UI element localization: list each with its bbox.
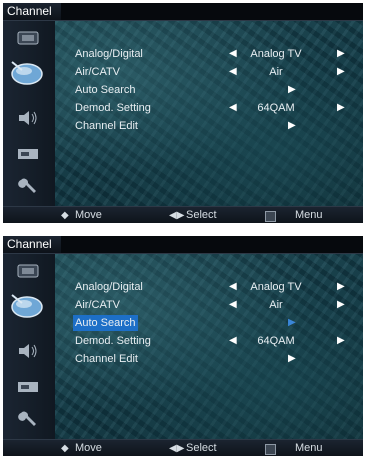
footer-bar: ◆ Move ◀▶ Select Menu: [3, 206, 363, 223]
right-arrow-icon[interactable]: ▶: [337, 64, 345, 80]
enter-arrow-icon[interactable]: ▶: [288, 118, 296, 134]
item-value: Air: [269, 66, 283, 78]
enter-arrow-icon[interactable]: ▶: [288, 315, 296, 331]
item-value: Analog TV: [250, 48, 302, 60]
menu-item-auto-search[interactable]: Auto Search ▶: [55, 82, 363, 98]
input-icon[interactable]: [15, 145, 41, 163]
menu-item-demod-setting[interactable]: Demod. Setting ◀ 64QAM ▶: [55, 100, 363, 116]
menu-item-analog-digital[interactable]: Analog/Digital ◀ Analog TV ▶: [55, 46, 363, 62]
footer-move: Move: [75, 209, 102, 221]
enter-arrow-icon[interactable]: ▶: [288, 351, 296, 367]
menu-item-channel-edit[interactable]: Channel Edit ▶: [55, 351, 363, 367]
footer-menu: Menu: [295, 442, 323, 454]
menu-title: Channel: [7, 237, 52, 251]
item-value: 64QAM: [257, 102, 295, 114]
channel-menu-screen-1: Channel Analog/Digital ◀ Analog TV ▶ Air…: [3, 3, 363, 223]
sidebar: [3, 254, 55, 439]
footer-select: Select: [186, 442, 217, 454]
channel-menu-screen-2: Channel Analog/Digital ◀ Analog TV ▶ Air…: [3, 236, 363, 456]
move-icon: ◆: [61, 443, 69, 454]
menu-button-icon: [265, 444, 276, 455]
footer-move: Move: [75, 442, 102, 454]
item-label: Analog/Digital: [75, 48, 143, 60]
item-label-highlighted: Auto Search: [73, 315, 138, 331]
item-value: Analog TV: [250, 281, 302, 293]
item-value: Air: [269, 299, 283, 311]
sidebar: [3, 21, 55, 206]
menu-item-air-catv[interactable]: Air/CATV ◀ Air ▶: [55, 297, 363, 313]
item-label: Air/CATV: [75, 66, 121, 78]
right-arrow-icon[interactable]: ▶: [337, 297, 345, 313]
footer-menu: Menu: [295, 209, 323, 221]
menu-content: Analog/Digital ◀ Analog TV ▶ Air/CATV ◀ …: [55, 21, 363, 206]
sound-icon[interactable]: [15, 342, 41, 360]
enter-arrow-icon[interactable]: ▶: [288, 82, 296, 98]
select-icon: ◀▶: [169, 443, 185, 454]
input-icon[interactable]: [15, 378, 41, 396]
channel-dish-icon[interactable]: [9, 59, 45, 87]
menu-item-analog-digital[interactable]: Analog/Digital ◀ Analog TV ▶: [55, 279, 363, 295]
item-label: Demod. Setting: [75, 102, 151, 114]
setup-wrench-icon[interactable]: [15, 177, 41, 195]
item-label: Channel Edit: [75, 120, 138, 132]
menu-title: Channel: [7, 4, 52, 18]
right-arrow-icon[interactable]: ▶: [337, 333, 345, 349]
right-arrow-icon[interactable]: ▶: [337, 46, 345, 62]
item-label: Analog/Digital: [75, 281, 143, 293]
item-label: Demod. Setting: [75, 335, 151, 347]
item-label: Auto Search: [75, 84, 136, 96]
picture-icon[interactable]: [15, 29, 41, 47]
menu-item-auto-search-selected[interactable]: Auto Search ▶: [55, 315, 363, 331]
title-bar-tab: [61, 236, 363, 253]
title-bar: Channel: [3, 236, 363, 254]
menu-item-channel-edit[interactable]: Channel Edit ▶: [55, 118, 363, 134]
menu-item-demod-setting[interactable]: Demod. Setting ◀ 64QAM ▶: [55, 333, 363, 349]
menu-item-air-catv[interactable]: Air/CATV ◀ Air ▶: [55, 64, 363, 80]
item-label: Channel Edit: [75, 353, 138, 365]
select-icon: ◀▶: [169, 210, 185, 221]
item-label: Air/CATV: [75, 299, 121, 311]
sound-icon[interactable]: [15, 109, 41, 127]
move-icon: ◆: [61, 210, 69, 221]
title-bar-tab: [61, 3, 363, 20]
item-value: 64QAM: [257, 335, 295, 347]
title-bar: Channel: [3, 3, 363, 21]
right-arrow-icon[interactable]: ▶: [337, 279, 345, 295]
menu-content: Analog/Digital ◀ Analog TV ▶ Air/CATV ◀ …: [55, 254, 363, 439]
channel-dish-icon[interactable]: [9, 292, 45, 320]
footer-bar: ◆ Move ◀▶ Select Menu: [3, 439, 363, 456]
footer-select: Select: [186, 209, 217, 221]
right-arrow-icon[interactable]: ▶: [337, 100, 345, 116]
picture-icon[interactable]: [15, 262, 41, 280]
menu-button-icon: [265, 211, 276, 222]
setup-wrench-icon[interactable]: [15, 410, 41, 428]
